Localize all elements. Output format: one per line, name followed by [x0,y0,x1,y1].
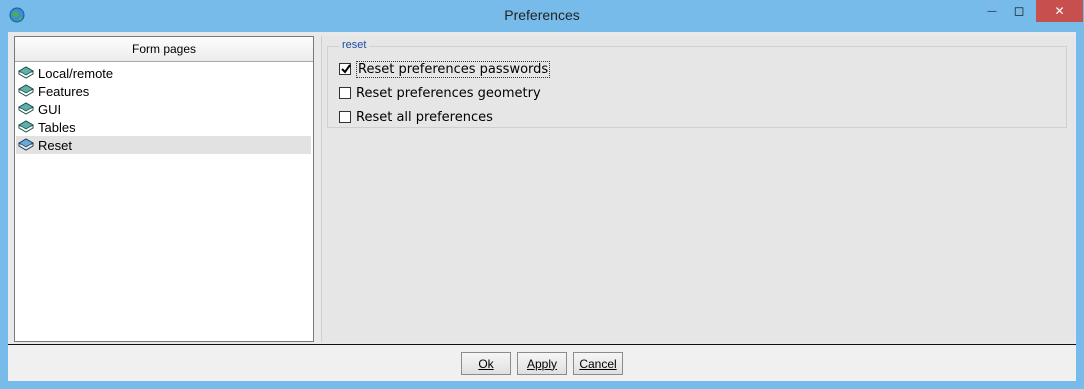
book-icon [17,138,35,152]
close-button[interactable]: ✕ [1036,0,1083,22]
page-item-label: Tables [38,119,76,135]
reset-passwords-option[interactable]: Reset preferences passwords [339,59,551,79]
reset-all-checkbox[interactable] [339,111,351,123]
reset-geometry-label: Reset preferences geometry [356,85,541,101]
reset-passwords-label: Reset preferences passwords [356,60,551,78]
page-item-features[interactable]: Features [16,82,311,100]
page-item-label: Features [38,83,90,99]
reset-group-title: reset [339,39,370,51]
page-item-label: GUI [38,101,62,117]
page-item-reset[interactable]: Reset [16,136,311,154]
minimize-button[interactable]: — [978,0,1006,22]
book-icon [17,84,35,98]
content-area: Form pages Local/remote Features GUI Tab… [8,32,1076,345]
page-item-label: Reset [38,137,72,153]
reset-geometry-checkbox[interactable] [339,87,351,99]
page-item-local-remote[interactable]: Local/remote [16,64,311,82]
page-item-tables[interactable]: Tables [16,118,311,136]
book-icon [17,66,35,80]
window-title: Preferences [504,7,580,23]
client-area: Form pages Local/remote Features GUI Tab… [8,32,1076,381]
page-item-label: Local/remote [38,65,114,81]
book-icon [17,120,35,134]
reset-geometry-option[interactable]: Reset preferences geometry [339,83,541,103]
form-pages-panel: Form pages Local/remote Features GUI Tab… [14,36,314,342]
ok-button[interactable]: Ok [461,352,511,375]
book-icon [17,102,35,116]
maximize-button[interactable]: ◻ [1005,0,1033,22]
reset-all-option[interactable]: Reset all preferences [339,107,493,127]
title-bar[interactable]: Preferences — ◻ ✕ [0,0,1084,32]
reset-all-label: Reset all preferences [356,109,493,125]
maximize-icon: ◻ [1013,3,1025,19]
form-pages-header: Form pages [15,37,313,62]
preferences-window: Preferences — ◻ ✕ Form pages Local/remot… [0,0,1084,389]
apply-button[interactable]: Apply [517,352,567,375]
reset-group: reset Reset preferences passwords Reset … [327,39,1067,128]
cancel-button[interactable]: Cancel [573,352,623,375]
checkmark-icon [341,64,351,74]
close-icon: ✕ [1054,4,1065,18]
reset-passwords-checkbox[interactable] [339,63,351,75]
reset-page: reset Reset preferences passwords Reset … [321,36,1075,342]
page-item-gui[interactable]: GUI [16,100,311,118]
minimize-icon: — [987,5,997,17]
form-pages-list: Local/remote Features GUI Tables Reset [16,64,311,154]
